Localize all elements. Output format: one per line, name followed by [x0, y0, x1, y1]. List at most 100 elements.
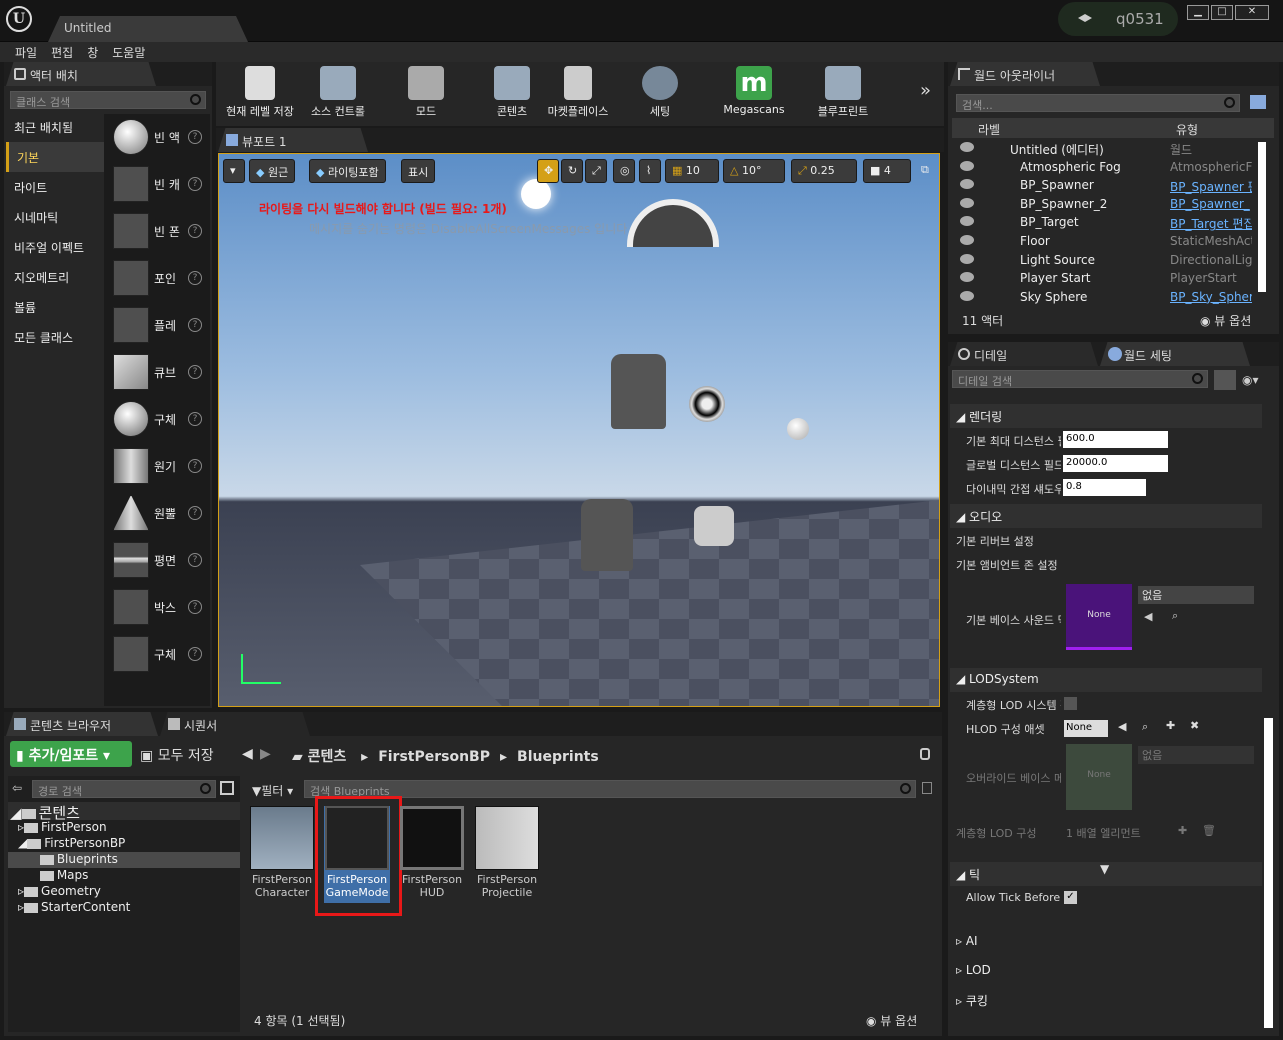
section-lod-system[interactable]: ◢ LODSystem — [950, 668, 1262, 692]
actor-item[interactable]: 구체? — [104, 396, 210, 443]
lit-mode-button[interactable]: ◆ 라이팅포함 — [309, 159, 386, 183]
save-all-button[interactable]: ▣ 모두 저장 — [140, 745, 214, 765]
visibility-eye-icon[interactable] — [960, 290, 974, 301]
allow-tick-checkbox[interactable]: ✓ — [1064, 891, 1077, 904]
visibility-eye-icon[interactable] — [960, 160, 974, 171]
category-geometry[interactable]: 지오메트리 — [6, 262, 104, 292]
tree-folder-blueprints[interactable]: Blueprints — [8, 852, 240, 868]
visibility-eye-icon[interactable] — [960, 179, 974, 190]
actor-item[interactable]: 빈 액? — [104, 114, 210, 161]
actor-item[interactable]: 평면? — [104, 537, 210, 584]
browse-asset-icon[interactable]: ⌕ — [1172, 609, 1178, 623]
outliner-scrollbar[interactable] — [1258, 142, 1266, 292]
help-icon[interactable]: ? — [188, 600, 202, 614]
toggle-sources-icon[interactable]: ⇦ — [12, 781, 28, 795]
world-local-button[interactable]: ◎ — [613, 159, 635, 183]
property-row[interactable]: 계층형 LOD 구성 1 배열 엘리먼트 ✚ 🗑 — [950, 820, 1262, 844]
hierarchical-lod-checkbox[interactable] — [1064, 697, 1077, 710]
actor-item[interactable]: 원뿔? — [104, 490, 210, 537]
lock-icon[interactable] — [920, 748, 930, 760]
sound-mix-thumbnail[interactable]: None — [1066, 584, 1132, 650]
add-element-icon[interactable]: ✚ — [1178, 824, 1187, 837]
property-value-input[interactable]: 600.0 — [1063, 431, 1168, 448]
visibility-eye-icon[interactable] — [960, 272, 974, 283]
collapse-arrow-icon[interactable]: ▼ — [1100, 862, 1109, 876]
perspective-button[interactable]: ◆ 원근 — [249, 159, 296, 183]
category-visual-effects[interactable]: 비주얼 이펙트 — [6, 232, 104, 262]
help-icon[interactable]: ? — [188, 365, 202, 379]
hlod-asset-dropdown[interactable]: None — [1064, 720, 1108, 737]
outliner-row[interactable]: FloorStaticMeshActo — [952, 232, 1256, 251]
section-cooking[interactable]: ▹ 쿠킹 — [950, 988, 1262, 1012]
visibility-eye-icon[interactable] — [960, 197, 974, 208]
category-lights[interactable]: 라이트 — [6, 172, 104, 202]
asset-tile[interactable]: FirstPerson HUD — [399, 806, 465, 899]
help-icon[interactable]: ? — [188, 130, 202, 144]
outliner-row[interactable]: BP_Target BP_Target 편집 — [952, 213, 1256, 232]
help-icon[interactable]: ? — [188, 271, 202, 285]
menu-help[interactable]: 도움말 — [105, 42, 152, 63]
blueprints-button[interactable]: 블루프린트 — [808, 66, 878, 124]
asset-picker-dropdown[interactable]: 없음 — [1138, 586, 1254, 604]
add-icon[interactable]: ✚ — [1166, 719, 1175, 732]
property-matrix-button[interactable] — [1214, 370, 1236, 390]
tab-sequencer[interactable]: 시퀀서 — [160, 712, 310, 736]
outliner-row[interactable]: Player Start PlayerStart — [952, 269, 1256, 288]
menu-edit[interactable]: 편집 — [44, 42, 80, 63]
surface-snap-button[interactable]: ⌇ — [639, 159, 661, 183]
category-volumes[interactable]: 볼륨 — [6, 292, 104, 322]
add-import-button[interactable]: ▮ 추가/임포트 ▾ — [10, 741, 132, 767]
modes-button[interactable]: 모드 — [396, 66, 456, 124]
content-button[interactable]: 콘텐츠 — [482, 66, 542, 124]
grid-snap-button[interactable]: ▦ 10 — [665, 159, 719, 183]
close-button[interactable]: ✕ — [1235, 5, 1269, 20]
category-recent[interactable]: 최근 배치됨 — [6, 112, 104, 142]
breadcrumb-content[interactable]: 콘텐츠 — [308, 749, 347, 765]
actor-item[interactable]: 구체? — [104, 631, 210, 678]
use-selected-arrow-icon[interactable]: ◀ — [1144, 610, 1152, 623]
help-icon[interactable]: ? — [188, 506, 202, 520]
section-ai[interactable]: ▹ AI — [950, 930, 1262, 954]
help-icon[interactable]: ? — [188, 224, 202, 238]
section-rendering[interactable]: ◢ 렌더링 — [950, 404, 1262, 428]
outliner-row[interactable]: BP_Spawner BP_Spawner 편 — [952, 176, 1256, 195]
help-icon[interactable]: ? — [188, 553, 202, 567]
source-control-button[interactable]: 소스 컨트롤 — [302, 66, 374, 124]
browse-asset-icon[interactable]: ⌕ — [1142, 720, 1148, 734]
outliner-row[interactable]: BP_Spawner_2 BP_Spawner_ — [952, 195, 1256, 214]
details-scrollbar[interactable] — [1264, 718, 1273, 1028]
help-icon[interactable]: ? — [188, 318, 202, 332]
tree-folder-firstpersonbp[interactable]: ◢ FirstPersonBP — [8, 836, 240, 852]
asset-tile-selected[interactable]: FirstPerson GameMode — [324, 806, 390, 903]
filter-button[interactable]: ▼필터 ▾ — [252, 782, 293, 799]
maximize-viewport-button[interactable]: ⧉ — [915, 159, 935, 183]
details-search-input[interactable]: 디테일 검색 — [952, 370, 1208, 388]
rotate-mode-button[interactable]: ↻ — [561, 159, 583, 183]
show-button[interactable]: 표시 — [401, 159, 436, 183]
section-audio[interactable]: ◢ 오디오 — [950, 504, 1262, 528]
save-search-icon[interactable] — [922, 782, 932, 794]
actor-item[interactable]: 원기? — [104, 443, 210, 490]
breadcrumb-firstpersonbp[interactable]: FirstPersonBP — [378, 749, 490, 765]
outliner-row[interactable]: Sky Sphere BP_Sky_Sphere — [952, 288, 1256, 307]
help-icon[interactable]: ? — [188, 647, 202, 661]
outliner-row[interactable]: Untitled (에디터) 월드 — [952, 139, 1256, 158]
clear-icon[interactable]: ✖ — [1190, 719, 1199, 732]
translate-mode-button[interactable]: ✥ — [537, 159, 559, 183]
actor-item[interactable]: 빈 폰? — [104, 208, 210, 255]
forward-arrow-icon[interactable]: ▶ — [260, 746, 271, 762]
scale-snap-button[interactable]: ⤢ 0.25 — [791, 159, 857, 183]
asset-tile[interactable]: FirstPerson Projectile — [474, 806, 540, 899]
column-type[interactable]: 유형 — [1176, 121, 1198, 138]
viewport[interactable]: ▾ ◆ 원근 ◆ 라이팅포함 표시 ✥ ↻ ⤢ ◎ ⌇ ▦ 10 △ 10° ⤢… — [218, 153, 940, 707]
toolbar-expand-icon[interactable]: » — [920, 80, 931, 101]
tree-folder-startercontent[interactable]: ▹ StarterContent — [8, 900, 240, 916]
breadcrumb-blueprints[interactable]: Blueprints — [517, 749, 599, 765]
tab-world-settings[interactable]: 월드 세팅 — [1100, 342, 1250, 366]
settings-button[interactable]: 세팅 — [630, 66, 690, 124]
help-icon[interactable]: ? — [188, 177, 202, 191]
tab-details[interactable]: 디테일 — [950, 342, 1098, 366]
help-icon[interactable]: ? — [188, 412, 202, 426]
property-row[interactable]: 기본 앰비언트 존 설정 — [950, 552, 1262, 576]
tab-viewport[interactable]: 뷰포트 1 — [218, 128, 368, 152]
